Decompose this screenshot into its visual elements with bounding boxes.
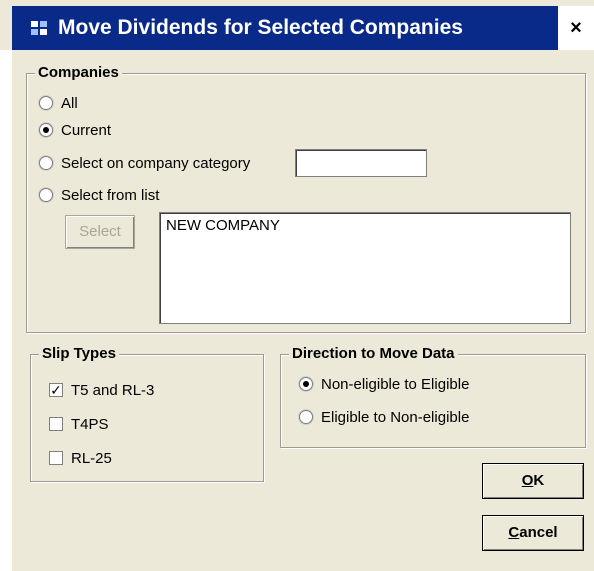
option-label: Eligible to Non-eligible <box>321 408 470 426</box>
direction-group: Direction to Move Data Non-eligible to E… <box>280 344 586 448</box>
slip-types-group: Slip Types ✓ T5 and RL-3 T4PS RL-25 <box>30 344 264 482</box>
company-category-input[interactable] <box>295 149 427 177</box>
option-label: Select on company category <box>61 154 251 172</box>
slip-type-t5[interactable]: ✓ T5 and RL-3 <box>49 379 154 401</box>
checkbox-t4ps[interactable] <box>49 417 63 431</box>
option-label: RL-25 <box>71 449 112 467</box>
company-option-category[interactable]: Select on company category <box>39 152 250 174</box>
radio-list[interactable] <box>39 188 53 202</box>
option-label: Select from list <box>61 186 160 204</box>
option-label: Current <box>61 121 112 139</box>
companies-group: Companies All Current Select on company … <box>26 63 586 333</box>
slip-type-rl25[interactable]: RL-25 <box>49 447 112 469</box>
dialog-left-edge <box>0 50 12 571</box>
ok-mnemonic: O <box>521 472 534 489</box>
companies-legend: Companies <box>35 63 122 83</box>
title-bar[interactable]: Move Dividends for Selected Companies <box>12 6 594 50</box>
select-button-label: Select <box>79 223 121 240</box>
slip-types-legend: Slip Types <box>39 344 119 364</box>
cancel-button[interactable]: Cancel <box>482 515 584 551</box>
radio-category[interactable] <box>39 156 53 170</box>
company-listbox[interactable]: NEW COMPANY <box>159 212 571 324</box>
window-title: Move Dividends for Selected Companies <box>58 16 463 39</box>
radio-current[interactable] <box>39 123 53 137</box>
checkbox-t5[interactable]: ✓ <box>49 383 63 397</box>
move-dividends-dialog: Move Dividends for Selected Companies × … <box>0 0 594 571</box>
close-button[interactable]: × <box>558 6 594 50</box>
radio-to-noneligible[interactable] <box>299 410 313 424</box>
option-label: T5 and RL-3 <box>71 381 155 399</box>
option-label: T4PS <box>71 415 109 433</box>
option-label: Non-eligible to Eligible <box>321 375 470 393</box>
company-option-all[interactable]: All <box>39 92 78 114</box>
checkbox-rl25[interactable] <box>49 451 63 465</box>
radio-to-eligible[interactable] <box>299 377 313 391</box>
close-icon: × <box>570 17 582 39</box>
option-label: All <box>61 94 78 112</box>
company-option-current[interactable]: Current <box>39 119 111 141</box>
radio-all[interactable] <box>39 96 53 110</box>
direction-option-to-eligible[interactable]: Non-eligible to Eligible <box>299 373 469 395</box>
direction-option-to-noneligible[interactable]: Eligible to Non-eligible <box>299 406 469 428</box>
ok-label-rest: K <box>533 472 545 489</box>
select-button[interactable]: Select <box>65 215 135 249</box>
direction-legend: Direction to Move Data <box>289 344 458 364</box>
ok-button[interactable]: OK <box>482 463 584 499</box>
slip-type-t4ps[interactable]: T4PS <box>49 413 109 435</box>
cancel-label-rest: ancel <box>519 524 558 541</box>
app-icon <box>30 20 48 36</box>
company-option-list[interactable]: Select from list <box>39 184 159 206</box>
list-item[interactable]: NEW COMPANY <box>160 213 570 238</box>
cancel-mnemonic: C <box>508 524 520 541</box>
